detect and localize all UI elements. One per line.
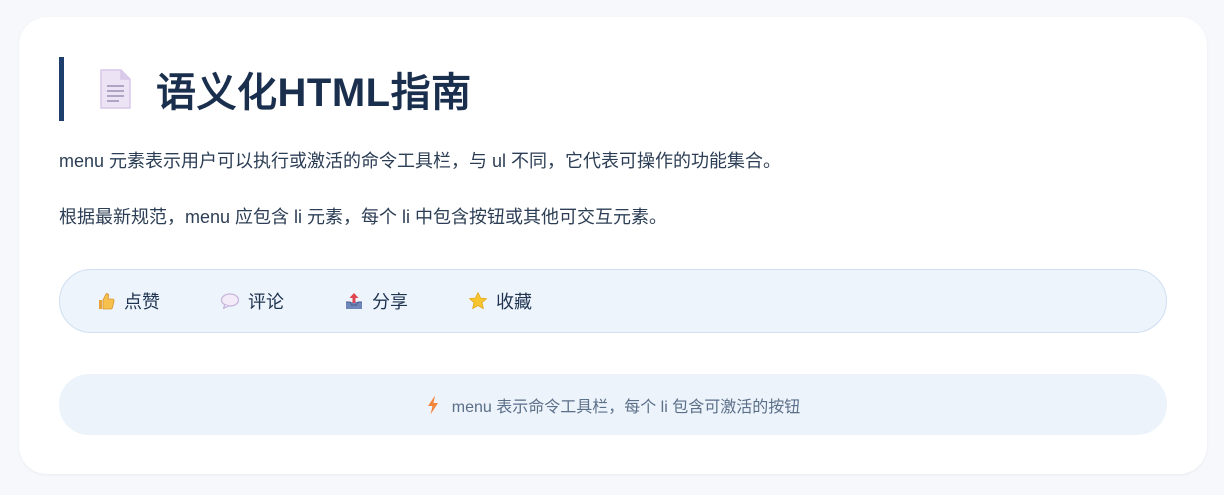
command-toolbar: 点赞 评论 分享 收藏 xyxy=(59,269,1167,333)
page-title: 语义化HTML指南 xyxy=(156,71,472,115)
document-icon xyxy=(100,69,131,109)
star-icon xyxy=(469,292,487,309)
page-header: 语义化HTML指南 xyxy=(59,57,472,121)
intro-paragraph: menu 元素表示用户可以执行或激活的命令工具栏，与 ul 不同，它代表可操作的… xyxy=(59,151,782,171)
summary-note-text: menu 表示命令工具栏，每个 li 包含可激活的按钮 xyxy=(451,398,801,416)
spec-paragraph: 根据最新规范，menu 应包含 li 元素，每个 li 中包含按钮或其他可交互元… xyxy=(59,207,668,227)
summary-note: menu 表示命令工具栏，每个 li 包含可激活的按钮 xyxy=(59,374,1167,435)
lightning-icon xyxy=(427,395,438,414)
toolbar-item-favorite: 收藏 xyxy=(468,288,532,314)
like-label: 点赞 xyxy=(124,292,160,312)
thumbs-up-icon xyxy=(99,293,115,310)
outbox-tray-icon xyxy=(346,293,362,309)
favorite-button[interactable]: 收藏 xyxy=(468,288,532,314)
share-button[interactable]: 分享 xyxy=(344,288,408,314)
like-button[interactable]: 点赞 xyxy=(96,288,160,314)
toolbar-item-comment: 评论 xyxy=(220,288,284,314)
comment-button[interactable]: 评论 xyxy=(220,288,284,314)
speech-bubble-icon xyxy=(220,293,240,310)
share-label: 分享 xyxy=(372,292,408,312)
comment-label: 评论 xyxy=(248,292,284,312)
content-card: 语义化HTML指南 menu 元素表示用户可以执行或激活的命令工具栏，与 ul … xyxy=(19,17,1207,474)
toolbar-item-share: 分享 xyxy=(344,288,408,314)
favorite-label: 收藏 xyxy=(496,292,532,312)
toolbar-item-like: 点赞 xyxy=(96,288,160,314)
toolbar-list: 点赞 评论 分享 收藏 xyxy=(96,288,592,314)
